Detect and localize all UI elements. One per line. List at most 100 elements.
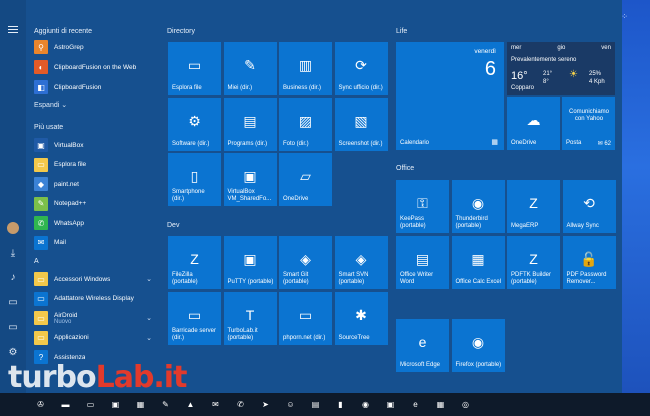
app-label: AstroGrep [54, 43, 84, 51]
chrome-icon[interactable]: ◉ [359, 398, 372, 411]
app-tile[interactable]: ▭ Esplora file [168, 42, 221, 95]
app-tile[interactable]: 🔓 PDF Password Remover... [562, 235, 616, 289]
app-list-item[interactable]: ✎ Notepad++ [34, 195, 156, 213]
app-tile[interactable]: Z FileZilla (portable) [168, 236, 221, 289]
app-label: Adattatore Wireless Display [54, 295, 134, 302]
avatar[interactable] [7, 222, 19, 234]
app-tile[interactable]: ◈ Smart SVN (portable) [334, 236, 388, 289]
notepad-icon[interactable]: ✎ [159, 398, 172, 411]
video-icon[interactable]: ▭ [7, 322, 19, 334]
music-icon[interactable]: ♪ [7, 272, 19, 284]
user-icon[interactable]: ☺ [284, 398, 297, 411]
mail-icon[interactable]: ✉ [209, 398, 222, 411]
app-list-item[interactable]: ✉ Mail [34, 234, 156, 252]
app-tile[interactable]: Z PDFTK Builder (portable) [507, 235, 560, 289]
app-icon: ▭ [34, 272, 48, 286]
vlc-icon[interactable]: ▲ [184, 398, 197, 411]
app-icon: ✎ [34, 196, 48, 211]
app-tile[interactable]: ▨ Foto (dir.) [279, 97, 332, 151]
app-list-item[interactable]: ▭ Applicazioni ⌄ [34, 329, 156, 347]
app-tile[interactable]: ▯ Smartphone (dir.) [168, 153, 221, 206]
weather-city: Copparo [511, 85, 535, 91]
app-tile[interactable]: T TurboLab.it (portable) [223, 291, 277, 345]
weather-day: ven [601, 45, 611, 51]
app-list-item[interactable]: ✆ WhatsApp [34, 214, 156, 232]
tile-label: Esplora file [172, 85, 202, 91]
app-list-item[interactable]: ◧ ClipboardFusion [34, 78, 156, 96]
app-tile[interactable]: ◉ Firefox (portable) [451, 318, 505, 372]
app-tile[interactable]: ✎ Miei (dir.) [223, 42, 277, 95]
app-tile[interactable]: ▭ Barricade server (dir.) [168, 291, 221, 345]
power-icon[interactable]: ◎ [459, 398, 472, 411]
calendar-label: Calendario [400, 140, 430, 146]
start-menu: ⤓ ♪ ▭ ▭ ⚙ Aggiunti di recente ⚲ AstroGrep… [0, 0, 622, 393]
app-tile[interactable]: ▦ Office Calc Excel [451, 235, 505, 289]
tile-icon: ▣ [243, 168, 257, 184]
sticky-icon[interactable]: ▮ [334, 398, 347, 411]
app-tile[interactable]: ⟳ Sync ufficio (dir.) [334, 42, 388, 95]
app-tile[interactable]: e Microsoft Edge [396, 318, 449, 372]
edge-icon[interactable]: e [409, 398, 422, 411]
whatsapp-icon[interactable]: ✆ [234, 398, 247, 411]
expand-link[interactable]: Espandi ⌄ [34, 101, 67, 109]
weather-tile[interactable]: mer gio ven Prevalentemente sereno 16° C… [507, 42, 615, 95]
app-label: ClipboardFusion on the Web [54, 63, 137, 71]
menu-icon[interactable] [7, 24, 19, 36]
posta-tile[interactable]: Comunichiamo con Yahoo Posta ✉ 62 [562, 97, 615, 150]
settings-icon[interactable]: ⚙ [7, 347, 19, 359]
tile-icon: ▥ [298, 57, 313, 73]
app-tile[interactable]: ▭ phporn.net (dir.) [279, 291, 332, 345]
chevron-down-icon[interactable]: ⌄ [146, 334, 152, 342]
app-list-item[interactable]: ⚲ AstroGrep [34, 38, 156, 56]
app-icon: ⚲ [34, 40, 48, 54]
app-list-item[interactable]: ◐ ClipboardFusion on the Web [34, 58, 156, 76]
tile-icon: Z [190, 251, 199, 267]
app-tile[interactable]: ▱ OneDrive [279, 153, 332, 206]
onedrive-tile[interactable]: ☁ OneDrive [507, 97, 560, 150]
download-icon[interactable]: ⤓ [7, 248, 19, 260]
calendar-tile[interactable]: venerdì 6 Calendario ▦ [396, 42, 504, 150]
chevron-down-icon[interactable]: ⌄ [146, 314, 152, 322]
tile-icon: ✎ [244, 57, 256, 73]
app-tile[interactable]: ▧ Screenshot (dir.) [334, 97, 388, 151]
terminal-icon[interactable]: ▬ [59, 398, 72, 411]
app-tile[interactable]: ▣ PuTTY (portable) [223, 236, 277, 289]
app-list-item[interactable]: ▭ Esplora file [34, 156, 156, 174]
app-tile[interactable]: ✱ SourceTree [334, 291, 388, 345]
tile-label: MegaERP [511, 223, 539, 229]
tile-label: Business (dir.) [283, 85, 322, 91]
tile-label: Smart Git (portable) [283, 272, 309, 285]
tile-icon: ▣ [243, 251, 257, 267]
app-tile[interactable]: ◉ Thunderbird (portable) [451, 180, 505, 233]
start-icon[interactable]: ✇ [34, 398, 47, 411]
tile-label: Firefox (portable) [455, 361, 502, 368]
app-list-item[interactable]: ▭ AirDroid Nuovo ⌄ [34, 309, 156, 327]
app-tile[interactable]: Z MegaERP [507, 180, 560, 233]
app-tile[interactable]: ▤ Office Writer Word [396, 235, 449, 289]
app-tile[interactable]: ▥ Business (dir.) [279, 42, 332, 95]
app-tile[interactable]: ⚿ KeePass (portable) [396, 180, 449, 233]
app-tile[interactable]: ◈ Smart Git (portable) [279, 236, 332, 289]
yahoo-text: Comunichiamo con Yahoo [568, 109, 610, 122]
app-list-item[interactable]: ▭ Adattatore Wireless Display [34, 290, 156, 308]
pictures-icon[interactable]: ▭ [7, 297, 19, 309]
tile-icon: ◈ [300, 251, 311, 267]
app-tile[interactable]: ▤ Programs (dir.) [223, 97, 277, 151]
virtualbox-icon[interactable]: ▣ [109, 398, 122, 411]
app-list-item[interactable]: ▭ Accessori Windows ⌄ [34, 270, 156, 288]
app-tile[interactable]: ⚙ Software (dir.) [168, 97, 221, 151]
tile-icon: ▧ [354, 112, 368, 129]
folder-icon[interactable]: ▭ [84, 398, 97, 411]
tile-label: Smartphone (dir.) [172, 189, 205, 202]
telegram-icon[interactable]: ➤ [259, 398, 272, 411]
app-list-item[interactable]: ▣ VirtualBox [34, 136, 156, 154]
app-tile[interactable]: ⟲ Allway Sync [562, 180, 616, 233]
calculator-icon[interactable]: ▦ [434, 398, 447, 411]
box-icon[interactable]: ▦ [134, 398, 147, 411]
chevron-down-icon[interactable]: ⌄ [146, 275, 152, 283]
tile-label: phporn.net (dir.) [283, 334, 326, 341]
store-icon[interactable]: ▣ [384, 398, 397, 411]
app-tile[interactable]: ▣ VirtualBox VM_SharedFo... [223, 153, 277, 206]
app-list-item[interactable]: ◆ paint.net [34, 175, 156, 193]
calendar-icon[interactable]: ▤ [309, 398, 322, 411]
